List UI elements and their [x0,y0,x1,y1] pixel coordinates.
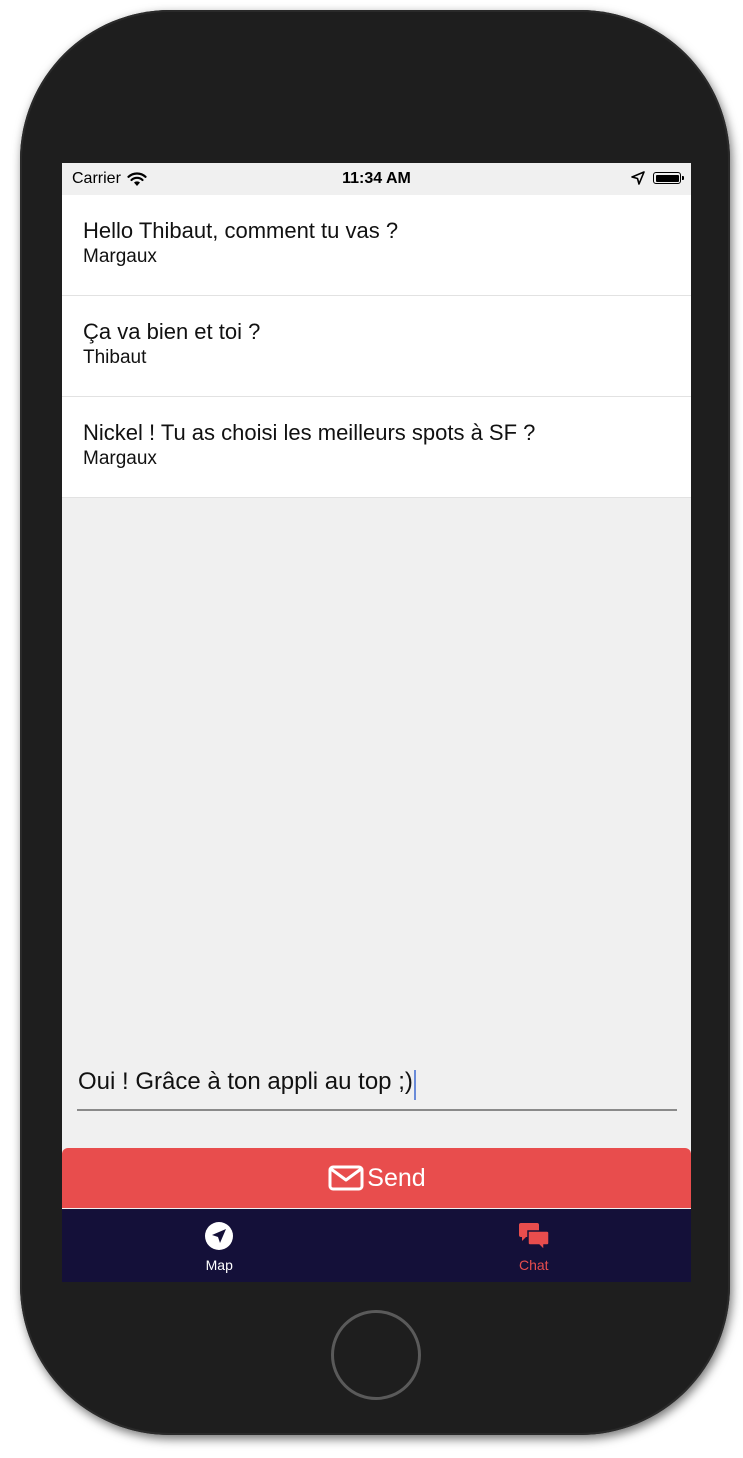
tab-bar: Map Chat [62,1209,691,1282]
send-button[interactable]: Send [62,1148,691,1208]
message-author: Margaux [83,246,157,267]
message-author: Margaux [83,448,157,469]
message-input-field[interactable]: Oui ! Grâce à ton appli au top ;) [77,1053,677,1111]
message-text: Nickel ! Tu as choisi les meilleurs spot… [83,420,536,445]
status-right [631,171,684,185]
envelope-icon [328,1165,364,1191]
message-text: Hello Thibaut, comment tu vas ? [83,218,399,243]
status-bar: Carrier 11:34 AM [62,163,691,195]
message-item[interactable]: Nickel ! Tu as choisi les meilleurs spot… [62,397,691,498]
chat-bubbles-icon [518,1223,550,1251]
tab-chat[interactable]: Chat [377,1209,692,1282]
tab-chat-label: Chat [518,1257,549,1273]
message-item[interactable]: Ça va bien et toi ? Thibaut [62,296,691,397]
message-text: Ça va bien et toi ? [83,319,261,344]
send-button-label: Send [367,1163,426,1192]
home-button[interactable] [331,1310,421,1400]
battery-icon [653,172,684,184]
tab-map-label: Map [205,1257,233,1273]
location-icon [631,171,645,185]
message-item[interactable]: Hello Thibaut, comment tu vas ? Margaux [62,195,691,296]
text-caret [413,1069,416,1100]
tab-map[interactable]: Map [62,1209,377,1282]
navigation-arrow-icon [205,1222,234,1250]
app-screen: Carrier 11:34 AM Hello Thibaut, comment … [62,163,691,1282]
message-list: Hello Thibaut, comment tu vas ? Margaux … [62,195,691,498]
status-time: 11:34 AM [342,170,411,187]
message-author: Thibaut [83,347,147,368]
message-input-value: Oui ! Grâce à ton appli au top ;) [78,1068,413,1095]
